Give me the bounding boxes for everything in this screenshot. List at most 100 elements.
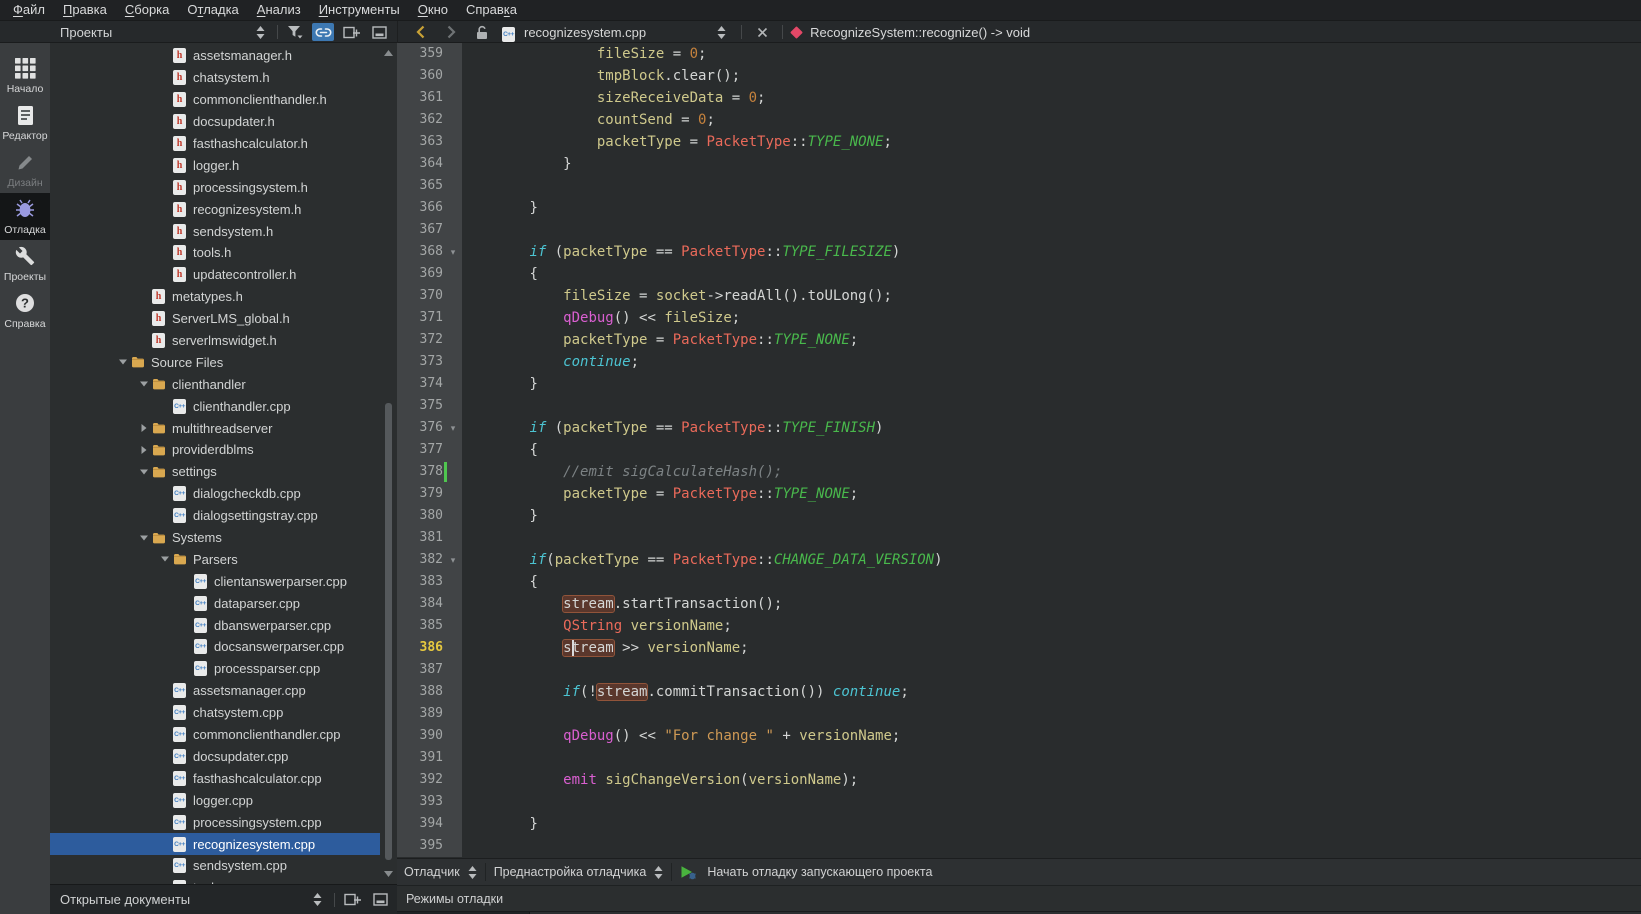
- code-line-383[interactable]: 383 {: [397, 571, 1641, 593]
- code-text[interactable]: }: [462, 153, 572, 175]
- gutter-line-363[interactable]: 363: [397, 131, 462, 153]
- code-line-372[interactable]: 372 packetType = PacketType::TYPE_NONE;: [397, 329, 1641, 351]
- code-editor[interactable]: 359 fileSize = 0;360 tmpBlock.clear();36…: [397, 43, 1641, 858]
- code-text[interactable]: continue;: [462, 351, 639, 373]
- tree-item-dialogcheckdb.cpp[interactable]: C++dialogcheckdb.cpp: [50, 483, 380, 505]
- split-add-icon[interactable]: [341, 891, 363, 909]
- gutter-line-391[interactable]: 391: [397, 747, 462, 769]
- code-line-394[interactable]: 394 }: [397, 813, 1641, 835]
- gutter-line-370[interactable]: 370: [397, 285, 462, 307]
- code-text[interactable]: {: [462, 263, 538, 285]
- tree-item-commonclienthandler.h[interactable]: hcommonclienthandler.h: [50, 89, 380, 111]
- gutter-line-379[interactable]: 379: [397, 483, 462, 505]
- tree-item-Source Files[interactable]: Source Files: [50, 351, 380, 373]
- tree-scrollbar[interactable]: [380, 43, 397, 884]
- gutter-line-376[interactable]: 376▾: [397, 417, 462, 439]
- gutter-line-361[interactable]: 361: [397, 87, 462, 109]
- code-text[interactable]: packetType = PacketType::TYPE_NONE;: [462, 131, 892, 153]
- menu-item[interactable]: Правка: [54, 0, 116, 20]
- gutter-line-372[interactable]: 372: [397, 329, 462, 351]
- split-add-icon[interactable]: [340, 23, 362, 41]
- gutter-line-360[interactable]: 360: [397, 65, 462, 87]
- gutter-line-364[interactable]: 364: [397, 153, 462, 175]
- code-text[interactable]: if (packetType == PacketType::TYPE_FINIS…: [462, 417, 883, 439]
- code-text[interactable]: }: [462, 197, 538, 219]
- code-line-378[interactable]: 378 //emit sigCalculateHash();: [397, 461, 1641, 483]
- close-document-icon[interactable]: [751, 23, 773, 41]
- mode-Начало[interactable]: Начало: [0, 52, 50, 99]
- gutter-line-385[interactable]: 385: [397, 615, 462, 637]
- debugger-combo[interactable]: Отладчик: [404, 865, 477, 879]
- gutter-line-378[interactable]: 378: [397, 461, 462, 483]
- tree-item-sendsystem.h[interactable]: hsendsystem.h: [50, 220, 380, 242]
- collapse-panel-icon[interactable]: [368, 23, 390, 41]
- code-text[interactable]: }: [462, 505, 538, 527]
- gutter-line-384[interactable]: 384: [397, 593, 462, 615]
- gutter-line-377[interactable]: 377: [397, 439, 462, 461]
- menu-item[interactable]: Сборка: [116, 0, 179, 20]
- code-line-359[interactable]: 359 fileSize = 0;: [397, 43, 1641, 65]
- code-line-387[interactable]: 387: [397, 659, 1641, 681]
- code-line-392[interactable]: 392 emit sigChangeVersion(versionName);: [397, 769, 1641, 791]
- tree-item-processingsystem.cpp[interactable]: C++processingsystem.cpp: [50, 811, 380, 833]
- code-text[interactable]: if (packetType == PacketType::TYPE_FILES…: [462, 241, 900, 263]
- code-line-363[interactable]: 363 packetType = PacketType::TYPE_NONE;: [397, 131, 1641, 153]
- gutter-line-366[interactable]: 366: [397, 197, 462, 219]
- tree-item-chatsystem.h[interactable]: hchatsystem.h: [50, 67, 380, 89]
- fold-marker-icon[interactable]: ▾: [446, 417, 460, 439]
- code-text[interactable]: packetType = PacketType::TYPE_NONE;: [462, 329, 858, 351]
- code-text[interactable]: {: [462, 439, 538, 461]
- code-text[interactable]: qDebug() << fileSize;: [462, 307, 740, 329]
- tree-item-dataparser.cpp[interactable]: C++dataparser.cpp: [50, 592, 380, 614]
- code-line-364[interactable]: 364 }: [397, 153, 1641, 175]
- chevron-down-icon[interactable]: [115, 359, 131, 365]
- code-line-382[interactable]: 382▾ if(packetType == PacketType::CHANGE…: [397, 549, 1641, 571]
- gutter-line-395[interactable]: 395: [397, 835, 462, 857]
- code-line-365[interactable]: 365: [397, 175, 1641, 197]
- projects-panel-title[interactable]: Проекты: [60, 25, 242, 40]
- code-text[interactable]: qDebug() << "For change " + versionName;: [462, 725, 900, 747]
- gutter-line-392[interactable]: 392: [397, 769, 462, 791]
- gutter-line-359[interactable]: 359: [397, 43, 462, 65]
- code-line-390[interactable]: 390 qDebug() << "For change " + versionN…: [397, 725, 1641, 747]
- code-line-380[interactable]: 380 }: [397, 505, 1641, 527]
- tree-item-updatecontroller.h[interactable]: hupdatecontroller.h: [50, 264, 380, 286]
- open-documents-title[interactable]: Открытые документы: [60, 892, 299, 907]
- gutter-line-382[interactable]: 382▾: [397, 549, 462, 571]
- tree-item-docsupdater.cpp[interactable]: C++docsupdater.cpp: [50, 746, 380, 768]
- gutter-line-386[interactable]: 386: [397, 637, 462, 659]
- tree-item-Parsers[interactable]: Parsers: [50, 548, 380, 570]
- gutter-line-387[interactable]: 387: [397, 659, 462, 681]
- start-debugging-icon[interactable]: [680, 865, 697, 880]
- code-line-386[interactable]: 386 stream >> versionName;: [397, 637, 1641, 659]
- code-line-374[interactable]: 374 }: [397, 373, 1641, 395]
- tree-item-sendsystem.cpp[interactable]: C++sendsystem.cpp: [50, 855, 380, 877]
- code-text[interactable]: }: [462, 373, 538, 395]
- mode-Отладка[interactable]: Отладка: [0, 193, 50, 240]
- tree-item-processingsystem.h[interactable]: hprocessingsystem.h: [50, 176, 380, 198]
- filter-icon[interactable]: [284, 23, 306, 41]
- code-line-362[interactable]: 362 countSend = 0;: [397, 109, 1641, 131]
- code-text[interactable]: emit sigChangeVersion(versionName);: [462, 769, 858, 791]
- tree-item-Systems[interactable]: Systems: [50, 527, 380, 549]
- gutter-line-374[interactable]: 374: [397, 373, 462, 395]
- mode-Редактор[interactable]: Редактор: [0, 99, 50, 146]
- tree-item-chatsystem.cpp[interactable]: C++chatsystem.cpp: [50, 702, 380, 724]
- code-line-369[interactable]: 369 {: [397, 263, 1641, 285]
- file-dropdown-arrows-icon[interactable]: [710, 23, 732, 41]
- file-lock-icon[interactable]: [471, 23, 493, 41]
- tree-item-assetsmanager.cpp[interactable]: C++assetsmanager.cpp: [50, 680, 380, 702]
- menu-item[interactable]: Окно: [409, 0, 457, 20]
- code-line-360[interactable]: 360 tmpBlock.clear();: [397, 65, 1641, 87]
- tree-item-docsanswerparser.cpp[interactable]: C++docsanswerparser.cpp: [50, 636, 380, 658]
- mode-Справка[interactable]: ?Справка: [0, 287, 50, 334]
- code-text[interactable]: {: [462, 571, 538, 593]
- gutter-line-381[interactable]: 381: [397, 527, 462, 549]
- menu-item[interactable]: Отладка: [178, 0, 247, 20]
- link-with-editor-icon[interactable]: [312, 23, 334, 41]
- navigate-forward-icon[interactable]: [440, 23, 462, 41]
- gutter-line-368[interactable]: 368▾: [397, 241, 462, 263]
- tree-item-recognizesystem.cpp[interactable]: C++recognizesystem.cpp: [50, 833, 380, 855]
- code-line-393[interactable]: 393: [397, 791, 1641, 813]
- mode-Проекты[interactable]: Проекты: [0, 240, 50, 287]
